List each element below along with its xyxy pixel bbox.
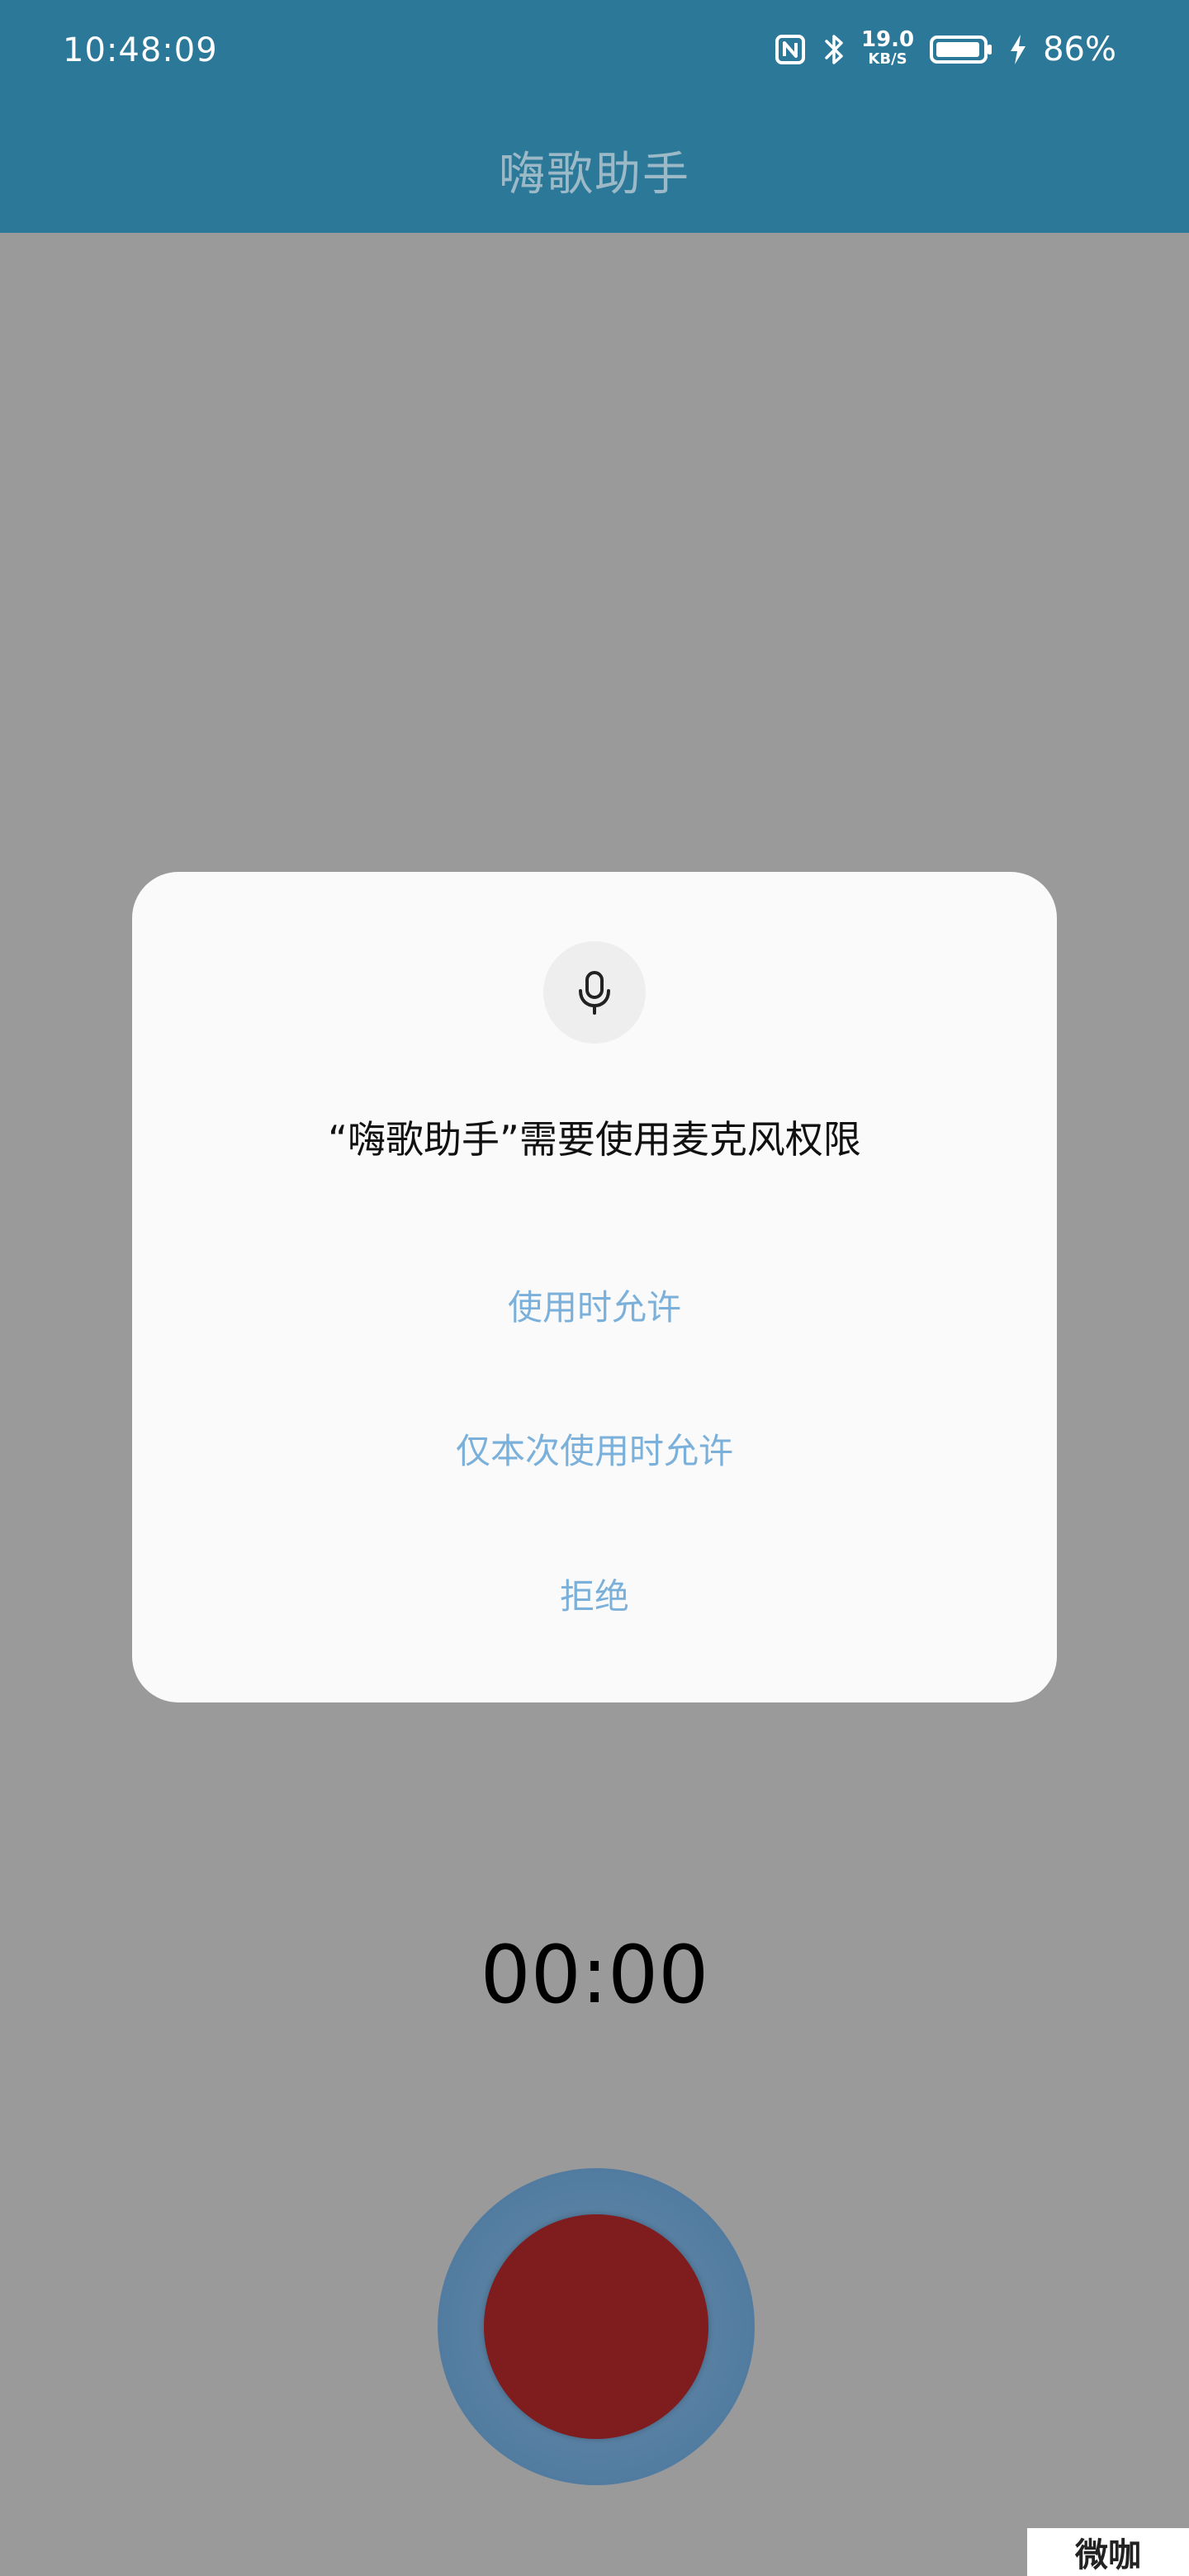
recording-timer: 00:00 <box>480 1929 709 2021</box>
nfc-icon <box>775 35 805 64</box>
battery-icon <box>930 36 992 64</box>
network-speed: 19.0 KB/S <box>861 29 914 67</box>
charging-icon <box>1011 35 1026 64</box>
network-speed-value: 19.0 <box>860 27 915 52</box>
status-icons: 19.0 KB/S 86% <box>774 28 1116 71</box>
deny-button[interactable]: 拒绝 <box>132 1544 1057 1643</box>
record-button[interactable] <box>438 2168 755 2485</box>
watermark: 微咖 <box>1027 2528 1189 2576</box>
battery-percent: 86% <box>1043 31 1116 69</box>
microphone-icon <box>579 971 610 1015</box>
app-header: 10:48:09 19.0 KB/S 86% 嗨歌助手 <box>0 0 1189 233</box>
record-button-core <box>484 2214 708 2439</box>
allow-while-using-button[interactable]: 使用时允许 <box>132 1255 1057 1354</box>
bluetooth-icon <box>825 35 843 64</box>
permission-dialog: “嗨歌助手”需要使用麦克风权限 使用时允许 仅本次使用时允许 拒绝 <box>132 872 1057 1702</box>
network-speed-unit: KB/S <box>868 50 907 68</box>
status-time: 10:48:09 <box>63 31 218 69</box>
dialog-title: “嗨歌助手”需要使用麦克风权限 <box>328 1117 861 1162</box>
mic-icon-container <box>543 941 646 1044</box>
allow-this-time-button[interactable]: 仅本次使用时允许 <box>132 1399 1057 1498</box>
page-title: 嗨歌助手 <box>499 148 690 201</box>
